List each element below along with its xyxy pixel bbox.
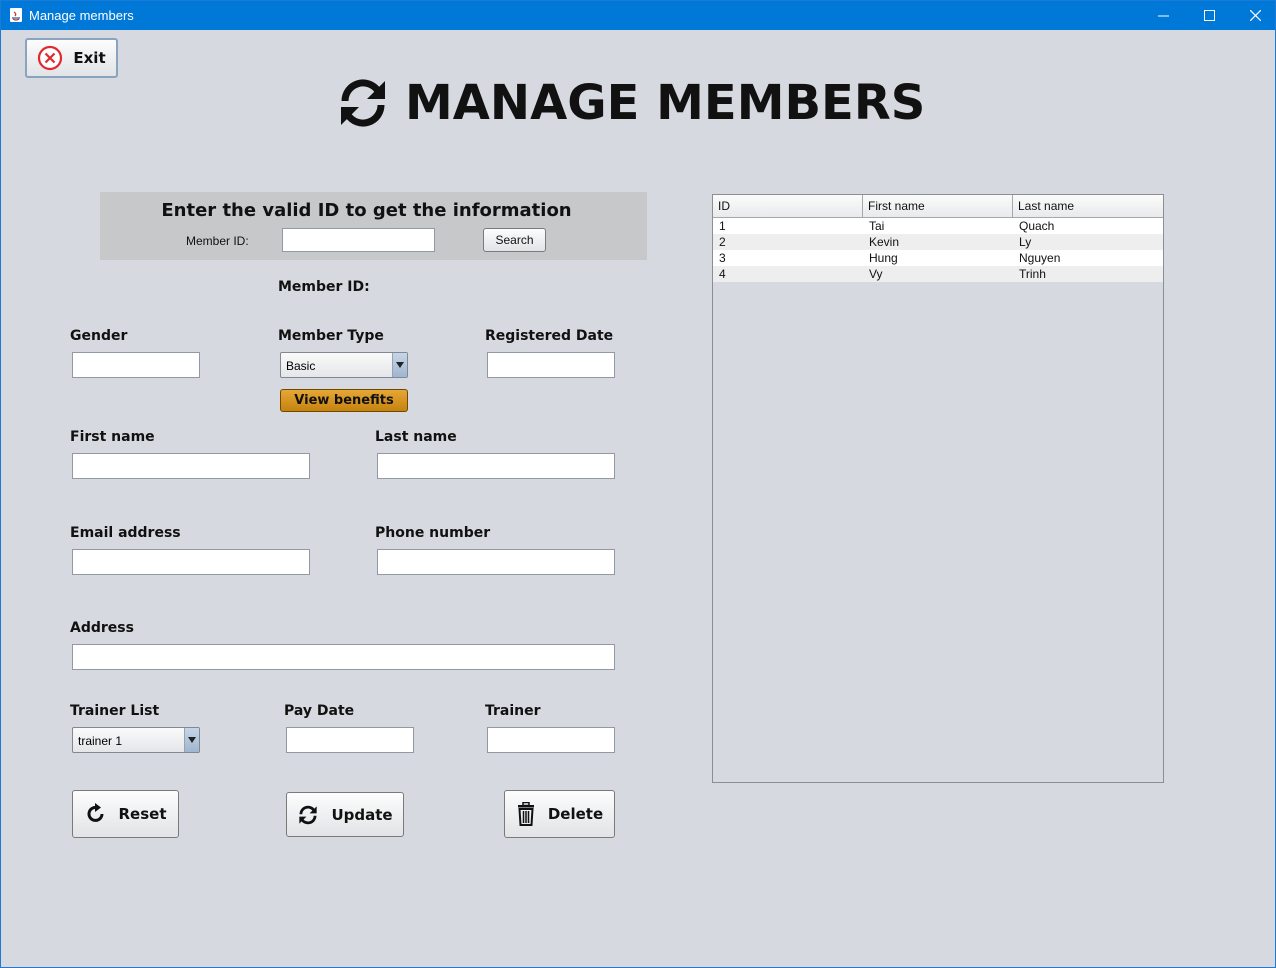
trainer-list-select[interactable]: trainer 1 bbox=[72, 727, 200, 753]
reset-icon bbox=[87, 803, 103, 822]
column-header-id[interactable]: ID bbox=[713, 195, 863, 217]
trash-icon bbox=[517, 802, 534, 826]
column-header-first-name[interactable]: First name bbox=[863, 195, 1013, 217]
minimize-icon bbox=[1157, 15, 1169, 17]
page-heading: MANAGE MEMBERS bbox=[335, 73, 925, 133]
delete-button-label: Delete bbox=[547, 805, 604, 823]
view-benefits-button[interactable]: View benefits bbox=[280, 389, 408, 412]
cell-id: 2 bbox=[719, 235, 726, 249]
member-id-label: Member ID: bbox=[278, 279, 370, 295]
table-header: ID First name Last name bbox=[713, 195, 1163, 218]
minimize-button[interactable] bbox=[1140, 1, 1186, 30]
java-app-icon bbox=[10, 8, 22, 22]
cell-first-name: Hung bbox=[869, 251, 898, 265]
table-row[interactable]: 2 Kevin Ly bbox=[713, 234, 1163, 250]
search-title: Enter the valid ID to get the informatio… bbox=[161, 200, 572, 221]
first-name-label: First name bbox=[70, 429, 155, 445]
trainer-list-value: trainer 1 bbox=[78, 734, 123, 748]
address-label: Address bbox=[70, 620, 134, 636]
last-name-label: Last name bbox=[375, 429, 457, 445]
app-window: Manage members Exit MANAGE MEMBERS Enter… bbox=[0, 0, 1276, 968]
pay-date-label: Pay Date bbox=[284, 703, 355, 719]
cell-first-name: Tai bbox=[869, 219, 885, 233]
cell-last-name: Nguyen bbox=[1019, 251, 1061, 265]
view-benefits-label: View benefits bbox=[294, 393, 394, 408]
trainer-field[interactable] bbox=[487, 727, 615, 753]
email-field[interactable] bbox=[72, 549, 310, 575]
reset-button-label: Reset bbox=[118, 805, 167, 823]
update-button-label: Update bbox=[331, 805, 393, 824]
search-panel: Enter the valid ID to get the informatio… bbox=[100, 192, 647, 260]
chevron-down-icon bbox=[392, 353, 407, 377]
maximize-button[interactable] bbox=[1186, 1, 1232, 30]
window-title: Manage members bbox=[29, 8, 134, 23]
members-table[interactable]: ID First name Last name 1 Tai Quach 2 Ke… bbox=[712, 194, 1164, 783]
refresh-icon bbox=[341, 79, 385, 127]
email-label: Email address bbox=[70, 525, 181, 541]
exit-icon bbox=[38, 45, 63, 71]
exit-button-label: Exit bbox=[73, 49, 106, 67]
trainer-label: Trainer bbox=[485, 703, 541, 719]
trainer-list-label: Trainer List bbox=[70, 703, 160, 719]
close-window-button[interactable] bbox=[1232, 1, 1276, 30]
title-bar[interactable]: Manage members bbox=[1, 1, 1275, 30]
member-type-label: Member Type bbox=[278, 328, 384, 344]
maximize-icon bbox=[1203, 10, 1215, 21]
cell-first-name: Vy bbox=[869, 267, 883, 281]
cell-last-name: Ly bbox=[1019, 235, 1032, 249]
close-icon bbox=[1249, 10, 1261, 21]
member-type-select[interactable]: Basic bbox=[280, 352, 408, 378]
search-member-id-input[interactable] bbox=[282, 228, 435, 252]
update-icon bbox=[299, 805, 318, 824]
cell-id: 3 bbox=[719, 251, 726, 265]
gender-field[interactable] bbox=[72, 352, 200, 378]
table-row[interactable]: 4 Vy Trinh bbox=[713, 266, 1163, 282]
table-row[interactable]: 3 Hung Nguyen bbox=[713, 250, 1163, 266]
cell-last-name: Trinh bbox=[1019, 267, 1046, 281]
table-body: 1 Tai Quach 2 Kevin Ly 3 Hung Nguyen 4 V… bbox=[713, 218, 1163, 282]
cell-last-name: Quach bbox=[1019, 219, 1055, 233]
gender-label: Gender bbox=[70, 328, 128, 344]
search-button-label: Search bbox=[495, 233, 534, 247]
first-name-field[interactable] bbox=[72, 453, 310, 479]
cell-first-name: Kevin bbox=[869, 235, 900, 249]
search-button[interactable]: Search bbox=[483, 228, 546, 252]
registered-date-label: Registered Date bbox=[485, 328, 614, 344]
page-title: MANAGE MEMBERS bbox=[405, 75, 926, 131]
table-row[interactable]: 1 Tai Quach bbox=[713, 218, 1163, 234]
reset-button[interactable]: Reset bbox=[72, 790, 179, 838]
last-name-field[interactable] bbox=[377, 453, 615, 479]
chevron-down-icon bbox=[184, 728, 199, 752]
cell-id: 1 bbox=[719, 219, 726, 233]
cell-id: 4 bbox=[719, 267, 726, 281]
phone-field[interactable] bbox=[377, 549, 615, 575]
phone-label: Phone number bbox=[375, 525, 491, 541]
exit-button[interactable]: Exit bbox=[25, 38, 118, 78]
column-header-last-name[interactable]: Last name bbox=[1013, 195, 1163, 217]
pay-date-field[interactable] bbox=[286, 727, 414, 753]
delete-button[interactable]: Delete bbox=[504, 790, 615, 838]
member-type-value: Basic bbox=[286, 359, 316, 373]
search-member-id-label: Member ID: bbox=[186, 234, 249, 248]
update-button[interactable]: Update bbox=[286, 792, 404, 837]
registered-date-field[interactable] bbox=[487, 352, 615, 378]
address-field[interactable] bbox=[72, 644, 615, 670]
